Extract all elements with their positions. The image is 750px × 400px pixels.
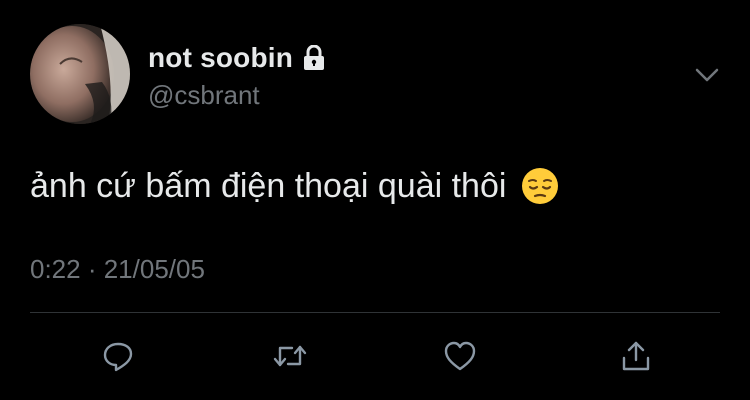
share-icon	[622, 341, 650, 371]
user-handle[interactable]: @csbrant	[148, 80, 260, 111]
avatar[interactable]	[30, 24, 130, 124]
share-button[interactable]	[616, 336, 656, 376]
tweet-text-row: ảnh cứ bấm điện thoại quài thôi	[30, 166, 560, 206]
display-name[interactable]: not soobin	[148, 42, 293, 74]
chevron-down-icon[interactable]	[694, 62, 720, 88]
reply-icon	[103, 342, 133, 372]
lock-icon	[303, 44, 325, 71]
retweet-icon	[273, 345, 307, 367]
like-heart-icon	[444, 341, 476, 371]
retweet-button[interactable]	[270, 336, 310, 376]
reply-button[interactable]	[98, 336, 138, 376]
divider	[30, 312, 720, 313]
display-name-row: not soobin	[148, 40, 325, 76]
tweet-text: ảnh cứ bấm điện thoại quài thôi	[30, 166, 507, 205]
pensive-face-emoji-icon	[520, 166, 560, 206]
tweet-timestamp[interactable]: 0:22 · 21/05/05	[30, 254, 205, 285]
like-button[interactable]	[440, 336, 480, 376]
avatar-photo	[30, 24, 130, 124]
